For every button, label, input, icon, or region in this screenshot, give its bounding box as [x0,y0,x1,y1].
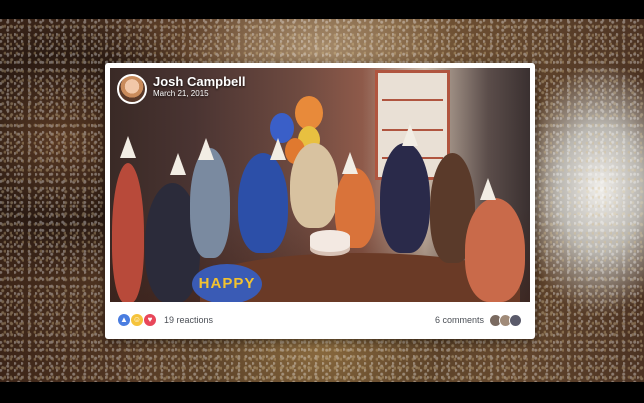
post-date[interactable]: March 21, 2015 [153,89,245,99]
avatar [509,313,522,327]
post-author-name[interactable]: Josh Campbell [153,74,245,89]
party-hat [270,138,286,160]
party-hat [402,124,418,146]
reactions-count[interactable]: 19 reactions [164,315,213,325]
party-hat [342,152,358,174]
letterbox-bottom [0,382,644,403]
child [380,143,430,253]
love-icon: ♥ [143,313,157,327]
commenter-avatars [489,313,522,327]
child [465,198,525,302]
party-hat [170,153,186,175]
child [190,148,230,258]
party-hat [198,138,214,160]
child [290,143,338,228]
happy-banner: HAPPY [192,264,262,302]
haha-icon: ☺ [130,313,144,327]
child [112,163,144,302]
balloon-orange [295,96,323,130]
post-footer: ▲ ☺ ♥ 19 reactions 6 comments [110,306,530,334]
comments-count[interactable]: 6 comments [435,315,484,325]
post-header: Josh Campbell March 21, 2015 [117,74,245,104]
party-hat [480,178,496,200]
reactions-summary[interactable]: ▲ ☺ ♥ 19 reactions [117,313,213,327]
video-frame: HAPPY Josh Campbell March 21, 2015 ▲ ☺ ♥… [0,0,644,403]
post-photo[interactable]: HAPPY Josh Campbell March 21, 2015 [110,68,530,302]
comments-summary[interactable]: 6 comments [435,313,522,327]
child [238,153,288,253]
social-post-card: HAPPY Josh Campbell March 21, 2015 ▲ ☺ ♥… [105,63,535,339]
birthday-cake [310,230,350,252]
like-icon: ▲ [117,313,131,327]
avatar[interactable] [117,74,147,104]
letterbox-top [0,0,644,19]
party-hat [120,136,136,158]
